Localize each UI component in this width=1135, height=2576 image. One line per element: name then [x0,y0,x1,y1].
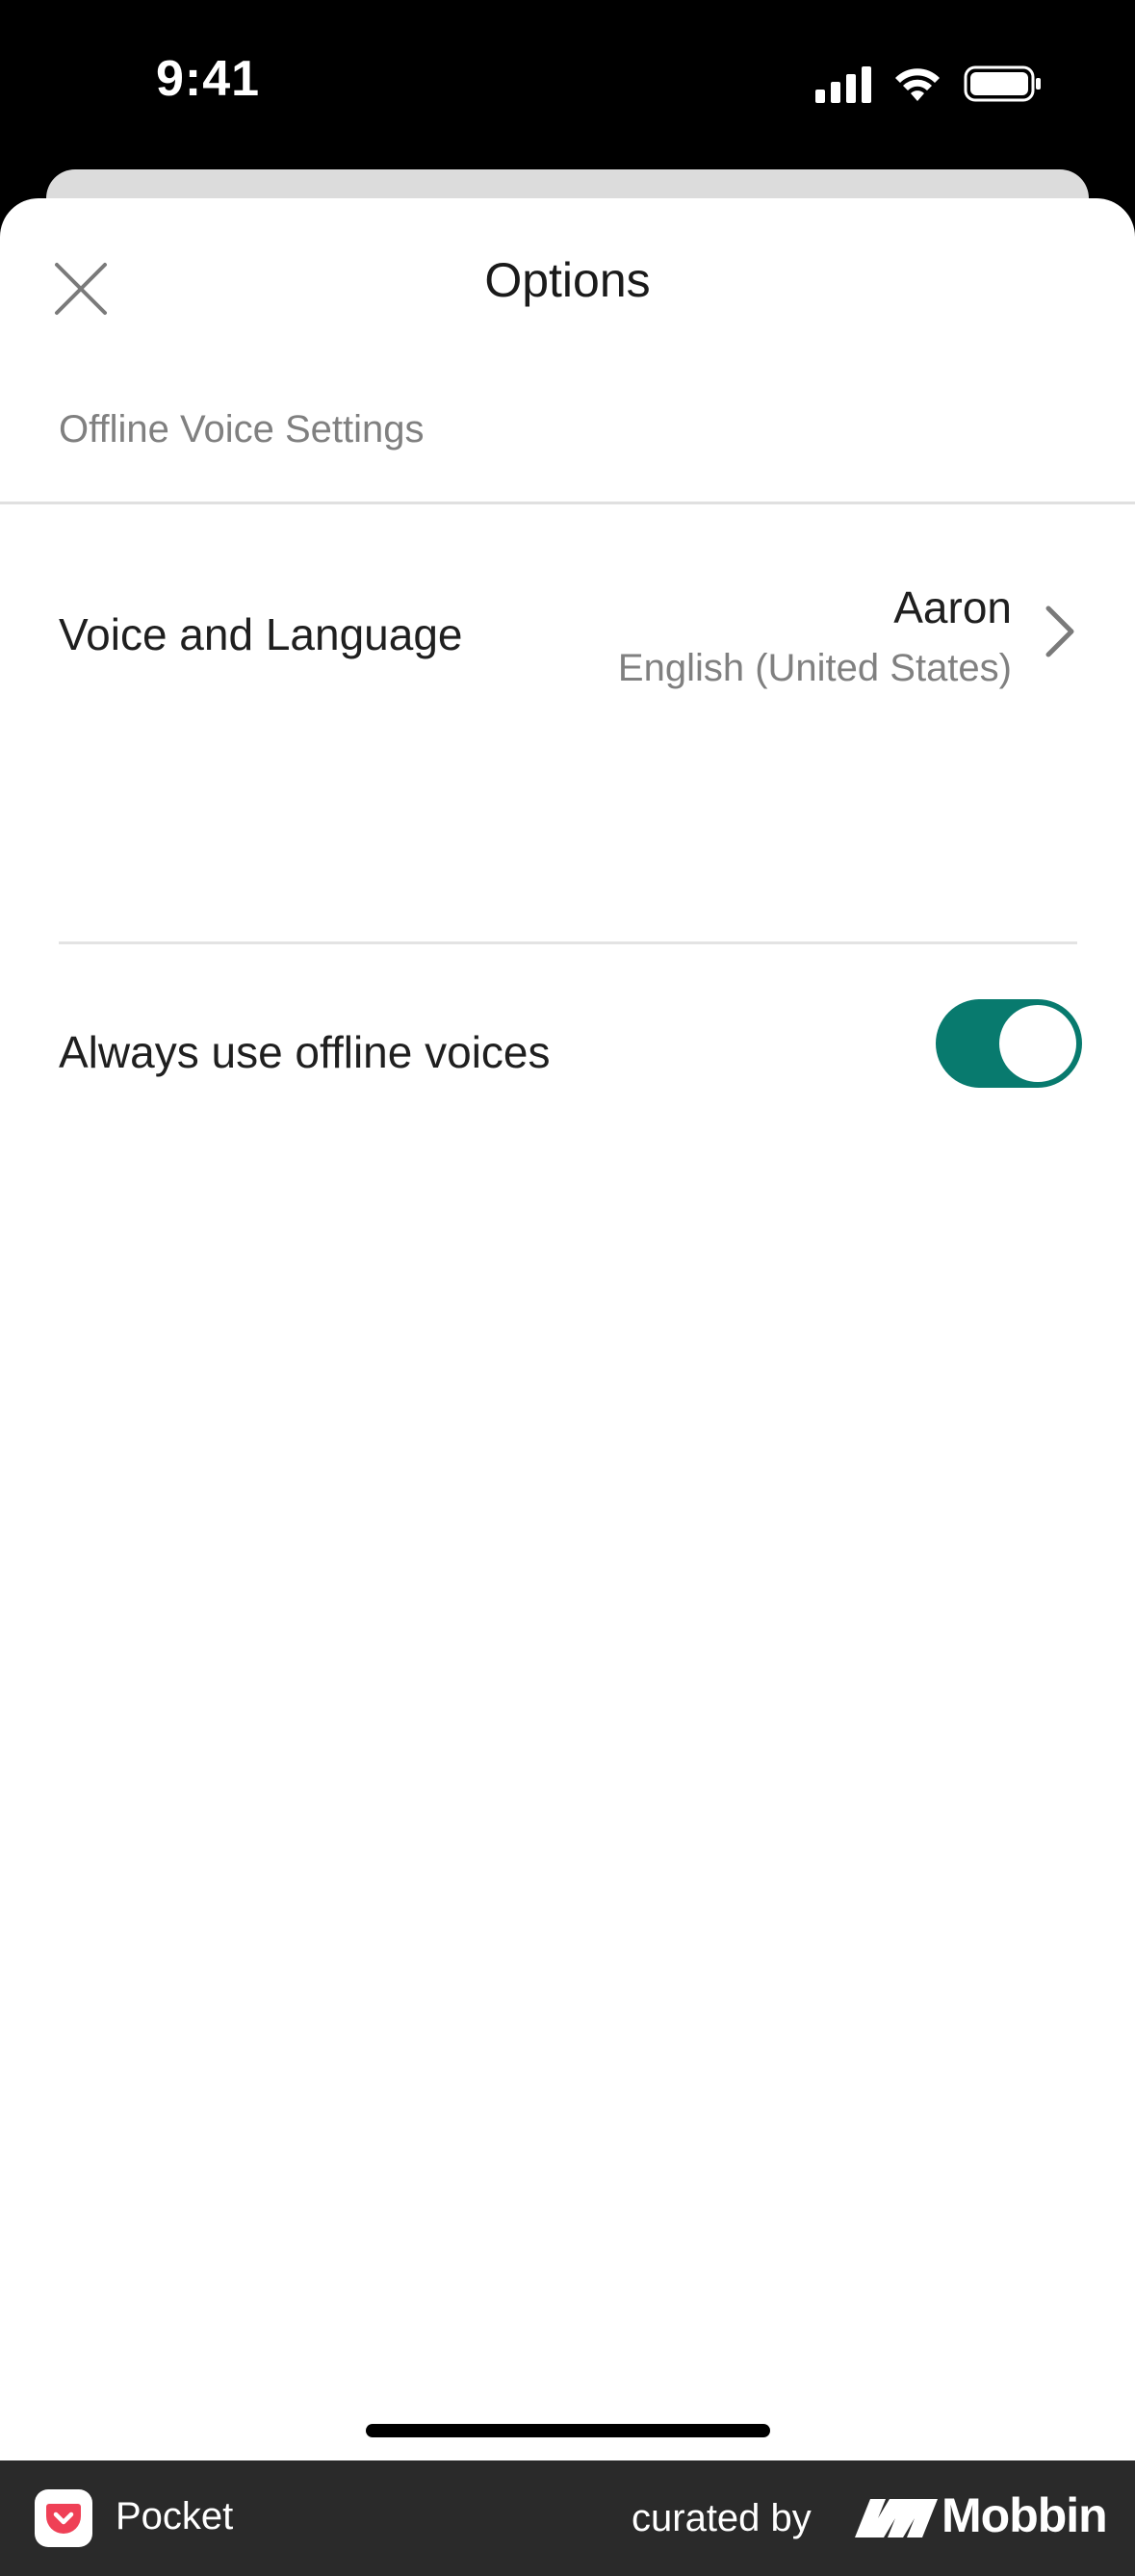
section-divider [0,502,1135,504]
cellular-signal-icon [815,64,871,103]
voice-language: English (United States) [617,647,1012,689]
pocket-logo-icon [35,2489,92,2547]
status-icons [815,60,1043,108]
offline-voices-label: Always use offline voices [59,1027,551,1077]
home-indicator [366,2424,770,2437]
row-divider [59,941,1077,944]
voice-and-language-label: Voice and Language [59,609,463,659]
curated-by-label: curated by [632,2497,812,2539]
section-header: Offline Voice Settings [59,408,425,451]
offline-voices-row: Always use offline voices [0,949,1135,1142]
page-title: Options [484,253,651,307]
mobbin-logo-icon [855,2499,938,2537]
options-sheet: Options Offline Voice Settings Voice and… [0,198,1135,2460]
voice-name: Aaron [893,582,1012,632]
status-time: 9:41 [156,51,261,107]
chevron-right-icon [1045,605,1074,657]
status-bar: 9:41 [0,0,1135,173]
mobbin-brand: Mobbin [942,2488,1108,2542]
toggle-knob [999,1005,1076,1082]
wifi-icon [895,68,940,101]
footer-bar: Pocket curated by Mobbin [0,2460,1135,2576]
app-name: Pocket [116,2495,234,2537]
offline-voices-toggle[interactable] [936,999,1082,1088]
battery-icon [964,65,1041,102]
voice-and-language-row[interactable]: Voice and Language Aaron English (United… [0,506,1135,747]
